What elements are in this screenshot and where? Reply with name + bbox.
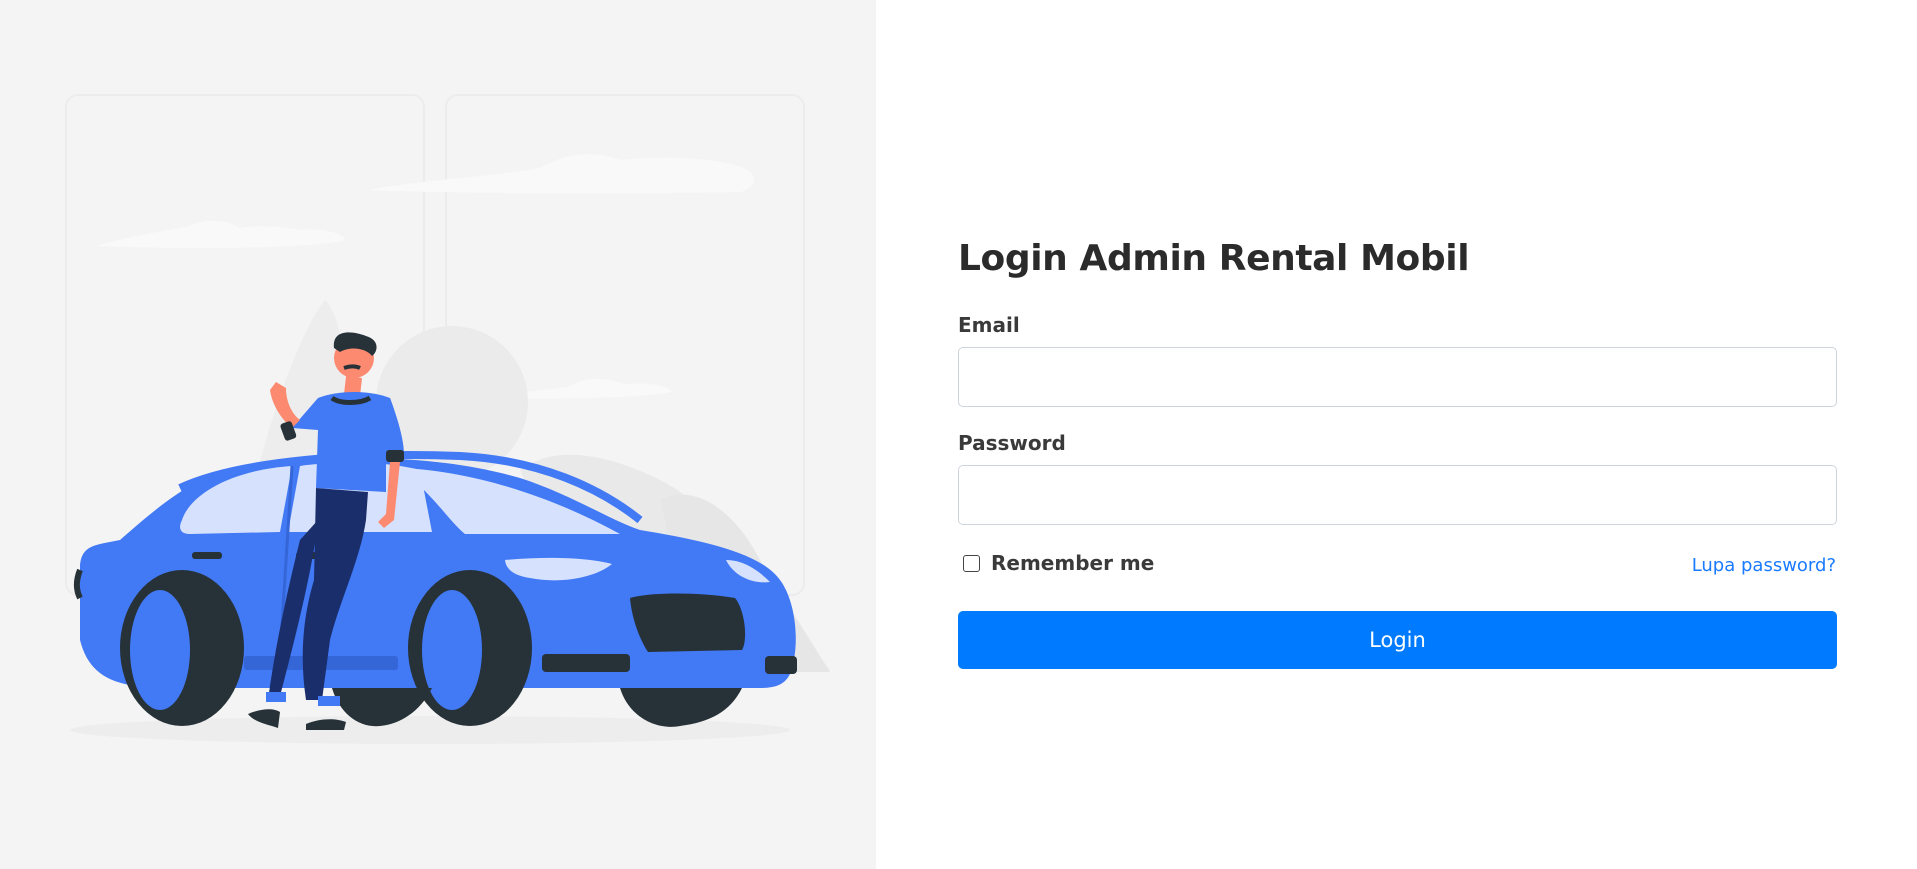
- remember-me-label[interactable]: Remember me: [991, 551, 1154, 575]
- forgot-password-link[interactable]: Lupa password?: [1692, 555, 1836, 576]
- remember-me-checkbox[interactable]: [963, 554, 980, 572]
- email-field[interactable]: [958, 347, 1837, 407]
- car-illustration: [65, 94, 830, 744]
- illustration-panel: [0, 0, 876, 869]
- page-title: Login Admin Rental Mobil: [958, 238, 1470, 279]
- login-button[interactable]: Login: [958, 611, 1837, 669]
- password-field[interactable]: [958, 465, 1837, 525]
- password-label: Password: [958, 431, 1066, 455]
- remember-me-row: Remember me: [963, 551, 1154, 575]
- email-label: Email: [958, 313, 1020, 337]
- login-page: Login Admin Rental Mobil Email Password …: [0, 0, 1917, 869]
